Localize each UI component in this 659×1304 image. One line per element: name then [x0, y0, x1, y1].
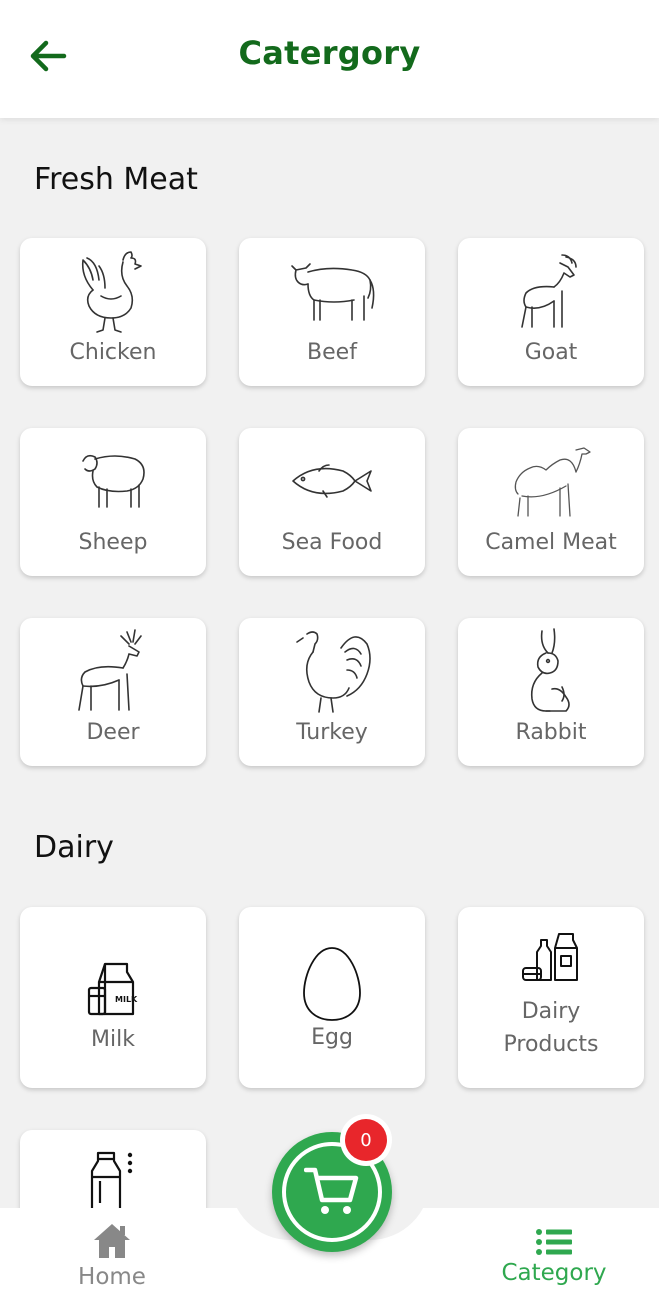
chicken-icon — [81, 251, 142, 333]
sheep-icon — [82, 454, 145, 508]
category-label: Deer — [86, 720, 140, 745]
milk-carton-icon: MILK — [87, 962, 138, 1016]
category-card-egg[interactable]: Egg — [239, 907, 425, 1088]
category-card-turkey[interactable]: Turkey — [239, 618, 425, 766]
category-label: Sheep — [78, 530, 148, 555]
nav-category-label: Category — [501, 1260, 607, 1286]
section-title-dairy: Dairy — [34, 830, 114, 865]
app-header: Catergory — [0, 0, 659, 118]
category-card-sea-food[interactable]: Sea Food — [239, 428, 425, 576]
cart-count: 0 — [345, 1119, 387, 1161]
cart-count-badge: 0 — [340, 1114, 392, 1166]
turkey-icon — [296, 631, 371, 713]
section-title-fresh-meat: Fresh Meat — [34, 162, 198, 197]
page-title: Catergory — [238, 34, 421, 72]
category-label: Turkey — [296, 720, 368, 745]
category-label: Milk — [91, 1027, 135, 1052]
category-card-deer[interactable]: Deer — [20, 618, 206, 766]
goat-icon — [521, 254, 577, 328]
svg-text:MILK: MILK — [115, 995, 138, 1004]
category-card-chicken[interactable]: Chicken — [20, 238, 206, 386]
category-label: Chicken — [69, 340, 157, 365]
category-card-beef[interactable]: Beef — [239, 238, 425, 386]
category-label: Camel Meat — [485, 530, 617, 555]
category-label: Beef — [307, 340, 357, 365]
home-icon — [94, 1224, 130, 1258]
nav-home[interactable]: Home — [12, 1208, 212, 1304]
category-card-camel-meat[interactable]: Camel Meat — [458, 428, 644, 576]
egg-icon — [303, 947, 361, 1021]
category-card-dairy-products[interactable]: Dairy Products — [458, 907, 644, 1088]
cow-icon — [291, 263, 375, 321]
shopping-cart-icon — [304, 1167, 359, 1214]
category-card-sheep[interactable]: Sheep — [20, 428, 206, 576]
nav-home-label: Home — [78, 1264, 146, 1290]
category-card-milk[interactable]: MILK Milk — [20, 907, 206, 1088]
list-icon — [536, 1229, 572, 1255]
category-label: Egg — [311, 1025, 353, 1050]
deer-icon — [78, 629, 142, 711]
fish-icon — [292, 464, 372, 498]
dairy-products-icon — [522, 933, 578, 981]
category-label: Dairy Products — [503, 999, 599, 1057]
category-label: Goat — [524, 340, 578, 365]
milk-bottle-icon — [90, 1151, 133, 1213]
category-card-rabbit[interactable]: Rabbit — [458, 618, 644, 766]
category-card-goat[interactable]: Goat — [458, 238, 644, 386]
category-label: Sea Food — [281, 530, 383, 555]
camel-icon — [514, 447, 591, 517]
category-label: Rabbit — [515, 720, 587, 745]
rabbit-icon — [530, 628, 570, 712]
nav-category[interactable]: Category — [454, 1208, 654, 1304]
